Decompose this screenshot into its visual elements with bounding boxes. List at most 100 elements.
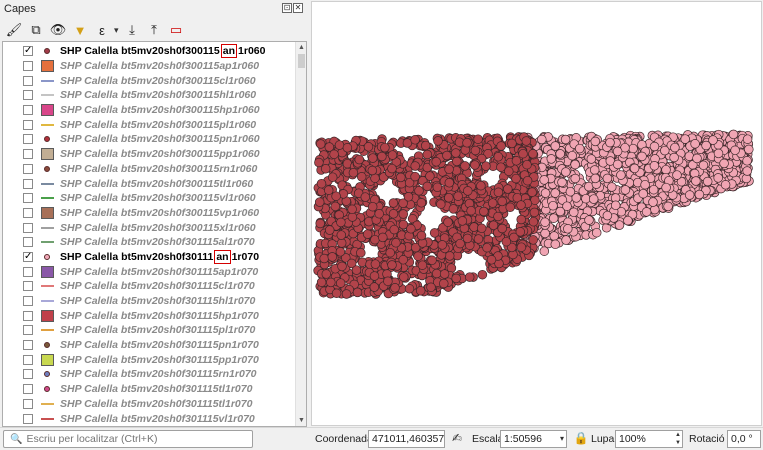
layer-row[interactable]: SHP Calella bt5mv20sh0f300115pl1r060	[3, 117, 296, 132]
layer-row[interactable]: SHP Calella bt5mv20sh0f301115tl1r070	[3, 397, 296, 412]
layer-row[interactable]: SHP Calella bt5mv20sh0f300115pn1r060	[3, 132, 296, 147]
layer-row[interactable]: ✓ SHP Calella bt5mv20sh0f300115 an 1r060	[3, 44, 296, 59]
layer-visibility-checkbox[interactable]	[23, 237, 33, 248]
layer-row[interactable]: SHP Calella bt5mv20sh0f301115pl1r070	[3, 323, 296, 338]
layer-row[interactable]: SHP Calella bt5mv20sh0f301115hp1r070	[3, 308, 296, 323]
coordinate-field[interactable]: 471011,4603573	[368, 430, 445, 448]
map-point	[330, 201, 341, 212]
layer-visibility-checkbox[interactable]	[23, 149, 33, 160]
expression-filter-icon[interactable]: ε	[92, 20, 112, 40]
scroll-down-arrow-icon[interactable]: ▼	[296, 415, 306, 426]
rotation-field[interactable]: 0,0 °	[727, 430, 761, 448]
map-point	[648, 197, 658, 207]
layer-row[interactable]: SHP Calella bt5mv20sh0f301115vl1r070	[3, 411, 296, 426]
layer-row[interactable]: SHP Calella bt5mv20sh0f301115pp1r070	[3, 352, 296, 367]
map-point	[528, 216, 539, 227]
map-point	[503, 184, 513, 194]
collapse-all-icon[interactable]: ⤒	[144, 20, 164, 40]
layer-visibility-checkbox[interactable]	[23, 193, 33, 204]
locator-search-input[interactable]	[26, 433, 247, 445]
layer-visibility-checkbox[interactable]	[23, 207, 33, 218]
eye-icon[interactable]: 👁	[48, 20, 68, 40]
layer-row[interactable]: SHP Calella bt5mv20sh0f300115tl1r060	[3, 176, 296, 191]
layer-name: SHP Calella bt5mv20sh0f300115 an 1r060	[60, 44, 266, 59]
layer-visibility-checkbox[interactable]	[23, 134, 33, 145]
scroll-up-arrow-icon[interactable]: ▲	[296, 42, 306, 53]
paint-brush-icon[interactable]: 🖌	[4, 20, 24, 40]
layer-tree-scrollbar[interactable]: ▲ ▼	[295, 42, 306, 426]
lock-icon[interactable]: 🔒	[573, 431, 589, 447]
filter-icon[interactable]: ▼	[70, 20, 90, 40]
map-point	[314, 197, 325, 207]
layer-row[interactable]: SHP Calella bt5mv20sh0f300115rn1r060	[3, 162, 296, 177]
layer-visibility-checkbox[interactable]	[23, 266, 33, 277]
layer-visibility-checkbox[interactable]	[23, 178, 33, 189]
map-point	[413, 251, 423, 261]
layer-row[interactable]: SHP Calella bt5mv20sh0f300115pp1r060	[3, 147, 296, 162]
layer-visibility-checkbox[interactable]	[23, 105, 33, 116]
magnifier-field[interactable]: 100% ▲ ▼	[615, 430, 683, 448]
layer-visibility-checkbox[interactable]	[23, 354, 33, 365]
magnifier-value: 100%	[619, 433, 646, 445]
layer-visibility-checkbox[interactable]	[23, 61, 33, 72]
scale-field[interactable]: 1:50596 ▾	[500, 430, 567, 448]
layer-row[interactable]: SHP Calella bt5mv20sh0f300115hp1r060	[3, 103, 296, 118]
float-panel-button[interactable]: ⊡	[282, 3, 292, 13]
layer-visibility-checkbox[interactable]	[23, 340, 33, 351]
map-point	[529, 207, 540, 218]
layer-row[interactable]: SHP Calella bt5mv20sh0f300115vp1r060	[3, 206, 296, 221]
layer-row[interactable]: SHP Calella bt5mv20sh0f301115rn1r070	[3, 367, 296, 382]
layer-visibility-checkbox[interactable]: ✓	[23, 251, 33, 262]
map-point	[493, 152, 504, 162]
map-point	[590, 173, 601, 184]
layer-visibility-checkbox[interactable]	[23, 90, 33, 101]
layer-row[interactable]: SHP Calella bt5mv20sh0f300115xl1r060	[3, 220, 296, 235]
layer-visibility-checkbox[interactable]	[23, 413, 33, 424]
layer-visibility-checkbox[interactable]	[23, 369, 33, 380]
layer-visibility-checkbox[interactable]	[23, 75, 33, 86]
layer-row[interactable]: SHP Calella bt5mv20sh0f300115hl1r060	[3, 88, 296, 103]
layer-visibility-checkbox[interactable]: ✓	[23, 46, 33, 57]
map-point	[661, 164, 671, 175]
layer-visibility-checkbox[interactable]	[23, 384, 33, 395]
expand-all-icon[interactable]: ⤓	[122, 20, 142, 40]
layer-row[interactable]: SHP Calella bt5mv20sh0f300115ap1r060	[3, 59, 296, 74]
layer-name: SHP Calella bt5mv20sh0f300115ap1r060	[60, 60, 260, 73]
layer-row[interactable]: SHP Calella bt5mv20sh0f301115tl1r070	[3, 382, 296, 397]
layer-add-icon[interactable]: ⧉	[26, 20, 46, 40]
map-point	[511, 173, 521, 184]
map-point	[442, 150, 452, 161]
chevron-down-icon[interactable]: ▾	[114, 25, 120, 36]
map-point	[539, 175, 549, 185]
layer-row[interactable]: SHP Calella bt5mv20sh0f301115pn1r070	[3, 338, 296, 353]
layer-visibility-checkbox[interactable]	[23, 398, 33, 409]
layer-symbol-icon	[39, 178, 55, 190]
layer-row[interactable]: SHP Calella bt5mv20sh0f301115cl1r070	[3, 279, 296, 294]
layer-visibility-checkbox[interactable]	[23, 296, 33, 307]
layer-row[interactable]: SHP Calella bt5mv20sh0f300115vl1r060	[3, 191, 296, 206]
map-point	[669, 152, 679, 163]
map-point	[501, 236, 512, 247]
layer-row[interactable]: SHP Calella bt5mv20sh0f301115hl1r070	[3, 294, 296, 309]
map-canvas[interactable]	[311, 1, 762, 426]
layer-row[interactable]: SHP Calella bt5mv20sh0f300115cl1r060	[3, 73, 296, 88]
layer-symbol-icon	[39, 192, 55, 204]
highlighted-text: an	[220, 44, 238, 59]
layer-visibility-checkbox[interactable]	[23, 163, 33, 174]
layer-visibility-checkbox[interactable]	[23, 281, 33, 292]
locator-search[interactable]: 🔍	[3, 430, 253, 448]
layer-symbol-icon	[39, 119, 55, 131]
layer-row[interactable]: SHP Calella bt5mv20sh0f301115ap1r070	[3, 264, 296, 279]
map-point	[388, 198, 399, 208]
layer-visibility-checkbox[interactable]	[23, 325, 33, 336]
layer-row[interactable]: ✓ SHP Calella bt5mv20sh0f30111 an 1r070	[3, 249, 296, 265]
remove-layer-icon[interactable]: ▭	[166, 20, 186, 40]
toggle-extents-icon[interactable]: ✍	[449, 431, 465, 447]
close-panel-button[interactable]: ✕	[293, 3, 303, 13]
layer-visibility-checkbox[interactable]	[23, 119, 33, 130]
layer-visibility-checkbox[interactable]	[23, 310, 33, 321]
map-point	[590, 136, 601, 147]
layer-visibility-checkbox[interactable]	[23, 222, 33, 233]
layer-row[interactable]: SHP Calella bt5mv20sh0f301115al1r070	[3, 235, 296, 250]
scroll-thumb[interactable]	[298, 54, 305, 68]
